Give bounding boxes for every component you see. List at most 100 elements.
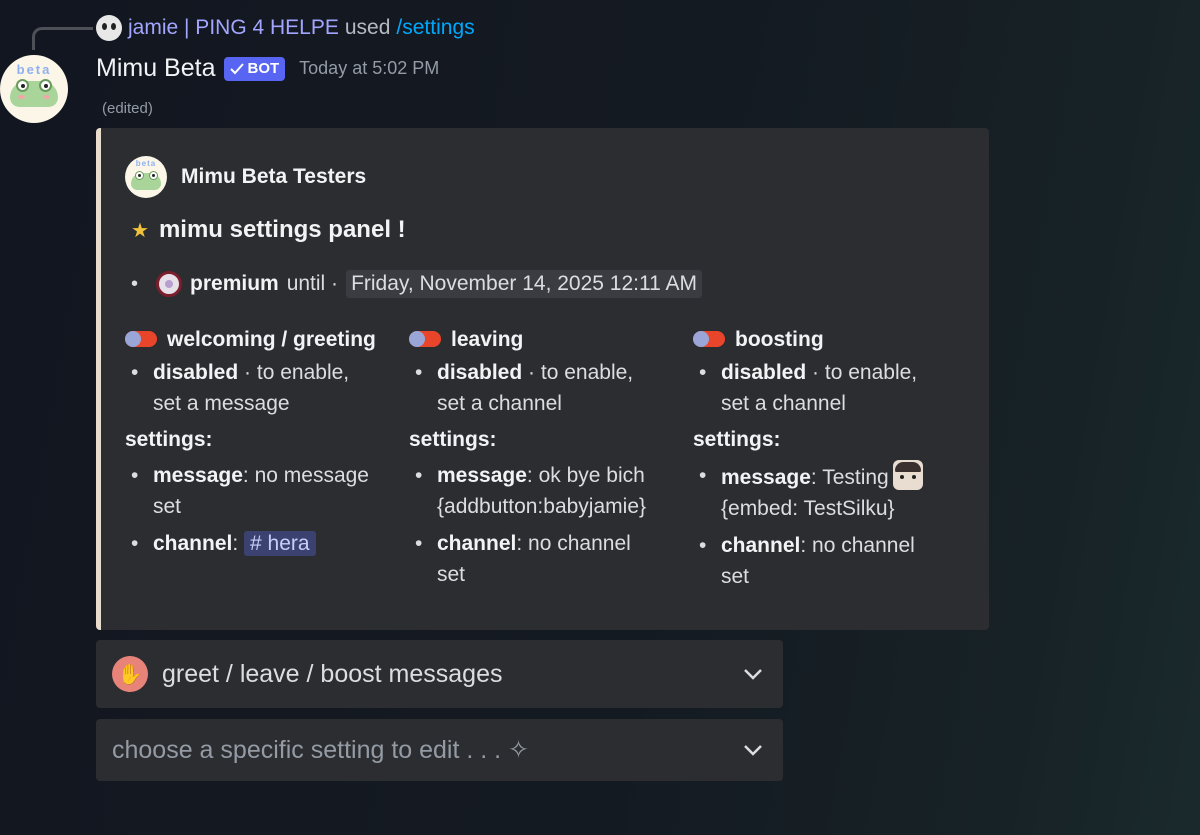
toggle-off-icon — [125, 331, 157, 347]
frog-eye-right — [149, 171, 158, 180]
reply-user-avatar[interactable] — [96, 15, 122, 41]
frog-cheek-right — [43, 95, 50, 99]
leaving-column: leaving disabled · to enable, set a chann… — [409, 324, 689, 590]
author-name[interactable]: Mimu Beta — [96, 54, 215, 83]
toggle-off-icon — [409, 331, 441, 347]
column-header: boosting — [693, 324, 973, 354]
reply-connector — [32, 27, 93, 50]
message-setting: message: no message set — [131, 460, 405, 522]
settings-list: message: ok bye bich {addbutton:babyjamie… — [409, 460, 689, 590]
verified-check-icon — [230, 62, 245, 74]
channel-setting: channel: # hera — [131, 528, 405, 559]
status-hint-2: set a channel — [437, 392, 562, 415]
message-value-2: set — [153, 495, 182, 518]
message-label: message — [437, 464, 527, 487]
message-header: Mimu Beta BOT Today at 5:02 PM — [96, 54, 439, 83]
channel-value-2: set — [437, 563, 466, 586]
status-value: disabled — [437, 361, 523, 384]
frog-eye-right — [39, 79, 52, 92]
status-list: disabled · to enable, set a message — [125, 357, 405, 419]
channel-setting: channel: no channel set — [415, 528, 689, 590]
message-label: message — [721, 466, 811, 489]
settings-embed: beta Mimu Beta Testers ★ mimu settings p… — [96, 128, 989, 630]
channel-label: channel — [153, 532, 233, 555]
channel-label: channel — [437, 532, 517, 555]
embed-avatar-beta-text: beta — [135, 159, 157, 168]
select-value: greet / leave / boost messages — [162, 659, 503, 688]
status-hint-2: set a channel — [721, 392, 846, 415]
bullet: • — [131, 272, 139, 295]
premium-until: until · — [286, 272, 339, 295]
settings-label: settings: — [125, 428, 213, 451]
embed-author: beta Mimu Beta Testers — [125, 156, 366, 198]
toggle-off-icon — [693, 331, 725, 347]
status-hint: · to enable, — [244, 361, 350, 384]
embed-title-text: mimu settings panel ! — [158, 216, 406, 243]
bot-label: BOT — [247, 60, 280, 77]
premium-expiry-timestamp[interactable]: Friday, November 14, 2025 12:11 AM — [346, 270, 702, 298]
status-hint: · to enable, — [812, 361, 918, 384]
embed-title: ★ mimu settings panel ! — [131, 216, 406, 244]
status-value: disabled — [153, 361, 239, 384]
frog-cheek-left — [18, 95, 25, 99]
slash-command-link[interactable]: /settings — [396, 16, 474, 40]
message-type-select[interactable]: ✋ greet / leave / boost messages — [96, 640, 783, 708]
column-title: boosting — [735, 327, 824, 351]
channel-value: : no channel — [516, 532, 631, 555]
embed-author-name: Mimu Beta Testers — [181, 165, 367, 188]
status-item: disabled · to enable, set a channel — [415, 357, 689, 419]
message-timestamp[interactable]: Today at 5:02 PM — [299, 58, 439, 79]
channel-label: channel — [721, 534, 801, 557]
channel-value: : no channel — [800, 534, 915, 557]
channel-value-2: set — [721, 565, 750, 588]
status-list: disabled · to enable, set a channel — [409, 357, 689, 419]
frog-eye-left — [135, 171, 144, 180]
reply-reference[interactable]: jamie | PING 4 HELPE used /settings — [96, 14, 475, 42]
message-label: message — [153, 464, 243, 487]
column-header: leaving — [409, 324, 689, 354]
column-title: leaving — [451, 327, 524, 351]
premium-status: • premium until · Friday, November 14, 2… — [131, 270, 702, 298]
status-list: disabled · to enable, set a channel — [693, 357, 973, 419]
premium-icon — [156, 271, 183, 297]
status-hint: · to enable, — [528, 361, 634, 384]
waving-hand-icon: ✋ — [112, 656, 148, 692]
message-value-2: {embed: TestSilku} — [721, 497, 895, 520]
premium-label: premium — [190, 272, 279, 295]
status-value: disabled — [721, 361, 807, 384]
status-item: disabled · to enable, set a message — [131, 357, 405, 419]
message-setting: message: Testing {embed: TestSilku} — [699, 460, 973, 524]
setting-select[interactable]: choose a specific setting to edit . . . … — [96, 719, 783, 781]
settings-label: settings: — [409, 428, 497, 451]
chevron-down-icon[interactable] — [743, 744, 763, 756]
settings-list: message: no message set channel: # hera — [125, 460, 405, 559]
custom-emoji-icon — [892, 460, 923, 490]
status-hint-2: set a message — [153, 392, 290, 415]
message-value-2: {addbutton:babyjamie} — [437, 495, 647, 518]
message-value: : Testing — [810, 466, 889, 489]
avatar-beta-text: beta — [16, 62, 52, 77]
boosting-column: boosting disabled · to enable, set a chan… — [693, 324, 973, 592]
channel-sep: : — [232, 532, 239, 555]
frog-eye-left — [16, 79, 29, 92]
column-title: welcoming / greeting — [167, 327, 376, 351]
channel-setting: channel: no channel set — [699, 530, 973, 592]
message-value: : no message — [242, 464, 369, 487]
bot-avatar[interactable]: beta — [0, 55, 68, 123]
chevron-down-icon[interactable] — [743, 668, 763, 680]
message-setting: message: ok bye bich {addbutton:babyjamie… — [415, 460, 689, 522]
star-icon: ★ — [131, 219, 149, 242]
welcoming-column: welcoming / greeting disabled · to enabl… — [125, 324, 405, 559]
settings-list: message: Testing {embed: TestSilku} chann… — [693, 460, 973, 592]
settings-label: settings: — [693, 428, 781, 451]
edited-label: (edited) — [102, 100, 153, 117]
reply-verb: used — [344, 16, 391, 39]
status-item: disabled · to enable, set a channel — [699, 357, 973, 419]
reply-username[interactable]: jamie | PING 4 HELPE — [128, 16, 339, 40]
select-placeholder: choose a specific setting to edit . . . … — [112, 736, 529, 764]
channel-mention[interactable]: # hera — [244, 531, 316, 556]
embed-author-avatar: beta — [125, 156, 167, 198]
message-value: : ok bye bich — [526, 464, 645, 487]
column-header: welcoming / greeting — [125, 324, 405, 354]
bot-badge: BOT — [224, 56, 286, 81]
